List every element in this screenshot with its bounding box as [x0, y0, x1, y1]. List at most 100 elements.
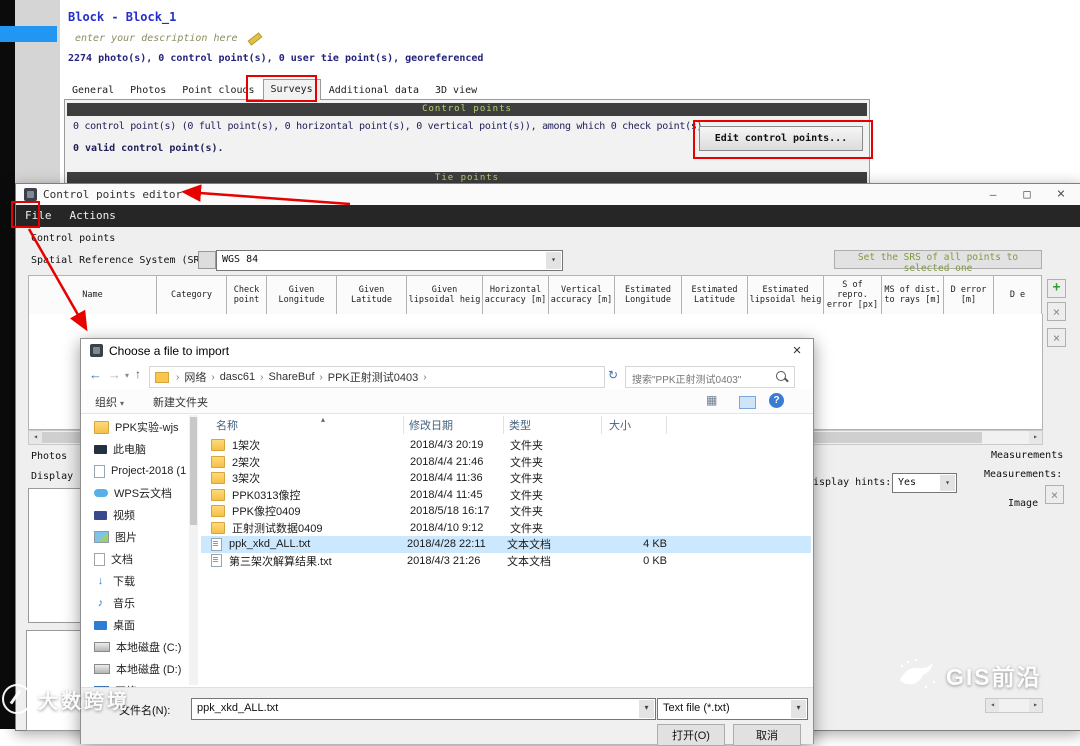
list-column-size[interactable]: 大小: [609, 417, 631, 433]
search-icon: [776, 371, 786, 381]
folder-icon: [155, 371, 169, 383]
delete-point-button[interactable]: [1047, 302, 1066, 321]
column-header-given-latitude[interactable]: Given Latitude: [336, 275, 407, 315]
file-row[interactable]: 2架次 2018/4/4 21:46 文件夹: [201, 454, 811, 471]
minimize-icon[interactable]: [977, 184, 1009, 205]
sidebar-item[interactable]: PPK实验-wjs: [81, 418, 187, 436]
scroll-left-icon[interactable]: [29, 431, 42, 444]
column-header-estimated-height[interactable]: Estimated lipsoidal heig: [747, 275, 824, 315]
preview-pane-icon[interactable]: [739, 396, 756, 409]
close-icon[interactable]: [1045, 184, 1077, 205]
set-srs-button[interactable]: Set the SRS of all points to selected on…: [834, 250, 1042, 274]
breadcrumb-item[interactable]: PPK正射测试0403: [325, 369, 421, 385]
column-header-check-point[interactable]: Check point: [226, 275, 267, 315]
column-header-given-longitude[interactable]: Given Longitude: [266, 275, 337, 315]
photo-preview-box[interactable]: [26, 630, 84, 731]
sidebar-item-pictures[interactable]: 图片: [81, 528, 187, 546]
breadcrumb-item[interactable]: dasc61: [217, 371, 258, 383]
maximize-icon[interactable]: [1011, 184, 1043, 205]
cancel-button[interactable]: 取消: [733, 724, 801, 746]
list-column-type[interactable]: 类型: [509, 417, 531, 433]
srs-label: Spatial Reference System (SRS):: [31, 255, 218, 266]
file-row[interactable]: PPK0313像控 2018/4/4 11:45 文件夹: [201, 487, 811, 504]
list-column-name[interactable]: 名称: [216, 417, 238, 433]
forward-icon[interactable]: [108, 367, 121, 382]
photos-section-label: Photos: [31, 451, 68, 462]
tab-general[interactable]: General: [64, 80, 122, 99]
search-input[interactable]: 搜索"PPK正射测试0403": [625, 366, 795, 388]
list-column-date[interactable]: 修改日期: [409, 417, 453, 433]
tab-3d-view[interactable]: 3D view: [427, 80, 485, 99]
column-header-clipped[interactable]: D e: [993, 275, 1042, 315]
sidebar-item-videos[interactable]: 视频: [81, 506, 187, 524]
tab-surveys[interactable]: Surveys: [262, 79, 321, 100]
help-icon[interactable]: [769, 393, 784, 408]
scroll-right-icon[interactable]: [1029, 431, 1042, 444]
sidebar-scrollbar[interactable]: [189, 415, 198, 685]
file-type-dropdown[interactable]: Text file (*.txt): [657, 698, 808, 720]
sidebar-item-drive-d[interactable]: 本地磁盘 (D:): [81, 660, 187, 678]
editor-title-bar: Control points editor: [16, 184, 1080, 206]
sidebar-item-documents[interactable]: 文档: [81, 550, 187, 568]
measurements-remove-button[interactable]: [1045, 485, 1064, 504]
scrollbar-thumb[interactable]: [190, 417, 197, 525]
block-description-placeholder[interactable]: enter your description here: [75, 33, 238, 44]
close-icon[interactable]: [781, 339, 813, 362]
new-folder-button[interactable]: 新建文件夹: [153, 394, 208, 410]
scroll-left-icon[interactable]: [986, 699, 999, 712]
sidebar-item[interactable]: Project-2018 (1: [81, 462, 187, 480]
column-header-category[interactable]: Category: [156, 275, 227, 315]
menu-actions[interactable]: Actions: [61, 205, 125, 227]
column-header-dist-to-rays[interactable]: MS of dist. to rays [m]: [881, 275, 944, 315]
column-header-3d-error[interactable]: D error [m]: [943, 275, 994, 315]
tab-photos[interactable]: Photos: [122, 80, 174, 99]
refresh-icon[interactable]: [608, 368, 618, 382]
filename-input[interactable]: ppk_xkd_ALL.txt: [191, 698, 656, 720]
column-header-given-height[interactable]: Given lipsoidal heig: [406, 275, 483, 315]
sidebar-item-desktop[interactable]: 桌面: [81, 616, 187, 634]
add-point-button[interactable]: [1047, 279, 1066, 298]
edit-control-points-button[interactable]: Edit control points...: [699, 126, 863, 151]
back-icon[interactable]: [89, 367, 102, 382]
edit-description-pencil-icon[interactable]: [247, 31, 262, 46]
sidebar-item-downloads[interactable]: ↓ 下载: [81, 572, 187, 590]
srs-edit-icon[interactable]: [198, 251, 216, 269]
tab-point-clouds[interactable]: Point clouds: [174, 80, 262, 99]
file-row[interactable]: 正射测试数据0409 2018/4/10 9:12 文件夹: [201, 520, 811, 537]
sidebar-item-drive-c[interactable]: 本地磁盘 (C:): [81, 638, 187, 656]
sidebar-item[interactable]: WPS云文档: [81, 484, 187, 502]
srs-dropdown[interactable]: WGS 84: [216, 250, 563, 271]
history-chevron-icon[interactable]: [125, 371, 129, 380]
breadcrumb-item[interactable]: 网络: [181, 369, 209, 385]
display-hints-dropdown[interactable]: Yes: [892, 473, 957, 493]
scroll-right-icon[interactable]: [1029, 699, 1042, 712]
column-header-estimated-longitude[interactable]: Estimated Longitude: [614, 275, 682, 315]
open-button[interactable]: 打开(O): [657, 724, 725, 746]
tab-additional-data[interactable]: Additional data: [321, 80, 427, 99]
breadcrumb-item[interactable]: ShareBuf: [266, 371, 318, 383]
file-row[interactable]: 第三架次解算结果.txt 2018/4/3 21:26 文本文档 0 KB: [201, 553, 811, 570]
column-header-reproj-error[interactable]: S of repro. error [px]: [823, 275, 882, 315]
music-icon: ♪: [97, 596, 104, 609]
file-row[interactable]: PPK像控0409 2018/5/18 16:17 文件夹: [201, 503, 811, 520]
sidebar-item-music[interactable]: ♪ 音乐: [81, 594, 187, 612]
left-dark-strip: [0, 0, 15, 729]
file-row[interactable]: 3架次 2018/4/4 11:36 文件夹: [201, 470, 811, 487]
clear-points-button[interactable]: [1047, 328, 1066, 347]
measurements-scrollbar[interactable]: [985, 698, 1043, 713]
organize-button[interactable]: 组织: [95, 394, 124, 410]
app-icon: [24, 188, 37, 201]
column-header-estimated-latitude[interactable]: Estimated Latitude: [681, 275, 748, 315]
up-icon[interactable]: [135, 367, 141, 381]
column-header-name[interactable]: Name: [28, 275, 157, 315]
photos-list-box[interactable]: [28, 488, 84, 623]
file-row[interactable]: 1架次 2018/4/3 20:19 文件夹: [201, 437, 811, 454]
sidebar-item-this-pc[interactable]: 此电脑: [81, 440, 187, 458]
file-row-selected[interactable]: ppk_xkd_ALL.txt 2018/4/28 22:11 文本文档 4 KB: [201, 536, 811, 553]
breadcrumb[interactable]: 网络 dasc61 ShareBuf PPK正射测试0403: [149, 366, 605, 388]
main-application-window: Block - Block_1 enter your description h…: [60, 0, 1080, 187]
change-view-icon[interactable]: [706, 393, 717, 407]
column-header-vertical-accuracy[interactable]: Vertical accuracy [m]: [548, 275, 615, 315]
column-header-horizontal-accuracy[interactable]: Horizontal accuracy [m]: [482, 275, 549, 315]
menu-file[interactable]: File: [16, 205, 61, 227]
